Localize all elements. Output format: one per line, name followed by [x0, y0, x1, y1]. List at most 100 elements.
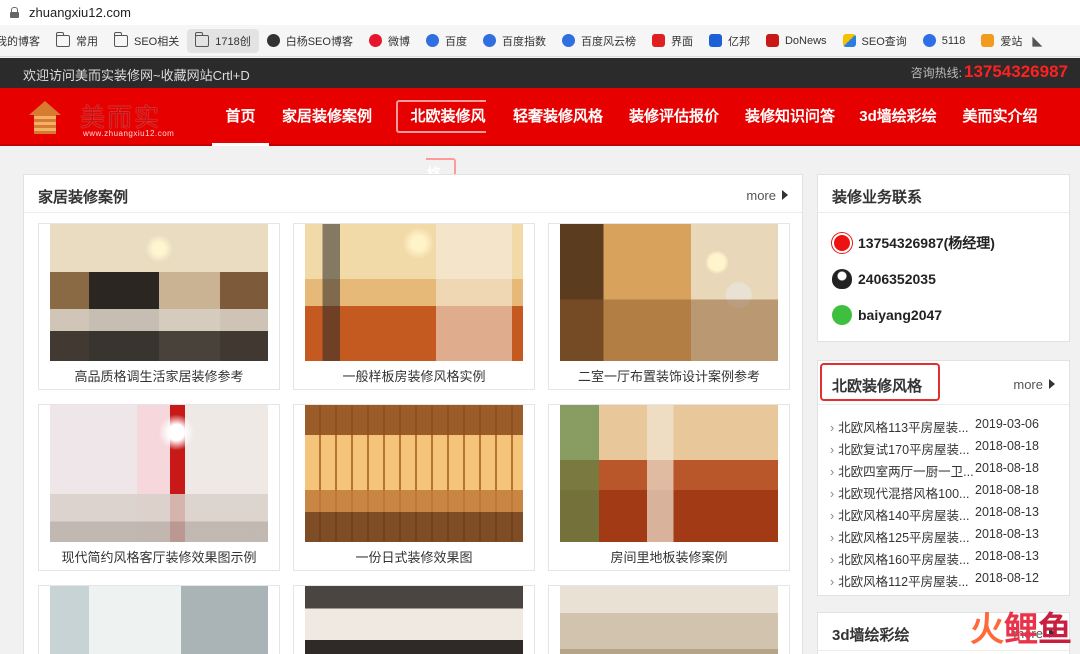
news-date: 2018-08-13	[975, 505, 1039, 519]
contact-title: 装修业务联系	[832, 189, 923, 206]
bookmark-baidu[interactable]: 百度	[418, 29, 475, 53]
nav-nordic-style[interactable]: 北欧装修风格	[384, 88, 498, 191]
case-card[interactable]: 二室一厅布置装饰设计案例参考	[548, 223, 790, 390]
bookmarks-bar: 我的博客 常用 SEO相关 1718创 白杨SEO博客 微博 百度 百度指数 百…	[0, 25, 1080, 57]
wechat-icon	[832, 305, 852, 325]
news-date: 2019-03-06	[975, 417, 1039, 431]
overflow-icon[interactable]: ◣	[1032, 33, 1042, 49]
bookmark-5118[interactable]: 5118	[915, 29, 974, 53]
news-title[interactable]: 北欧风格113平房屋装...	[830, 417, 975, 436]
contact-wechat[interactable]: baiyang2047	[832, 305, 942, 325]
bookmark-seo-query[interactable]: SEO查询	[835, 29, 915, 53]
news-title[interactable]: 北欧复试170平房屋装...	[830, 439, 975, 458]
bookmark-baiyang-seo[interactable]: 白杨SEO博客	[259, 29, 361, 53]
bookmark-label: 5118	[941, 34, 966, 47]
news-date: 2018-08-12	[975, 571, 1039, 585]
bookmark-label: DoNews	[784, 34, 827, 47]
case-card[interactable]: 现代简约风格客厅装修效果图示例	[38, 404, 280, 571]
news-date: 2018-08-18	[975, 439, 1039, 453]
5118-icon	[922, 34, 936, 47]
nav-luxury-style[interactable]: 轻奢装修风格	[512, 88, 604, 146]
news-title[interactable]: 北欧风格160平房屋装...	[830, 549, 975, 568]
nav-quote[interactable]: 装修评估报价	[628, 88, 720, 146]
cases-more-link[interactable]: more	[746, 188, 788, 203]
bookmark-seo[interactable]: SEO相关	[106, 29, 187, 53]
lock-icon	[10, 7, 19, 18]
nav-label: 家居装修案例	[282, 108, 373, 125]
nordic-more-link[interactable]: more	[1013, 377, 1055, 392]
bookmark-baidu-index[interactable]: 百度指数	[475, 29, 554, 53]
news-item[interactable]: 北欧风格113平房屋装...2019-03-06	[830, 417, 1060, 436]
contact-phone[interactable]: 13754326987(杨经理)	[832, 233, 995, 253]
case-photo[interactable]	[305, 586, 523, 654]
bookmark-my-blog[interactable]: 我的博客	[0, 29, 48, 53]
folder-icon	[114, 31, 128, 47]
news-title[interactable]: 北欧现代混搭风格100...	[830, 483, 975, 502]
nav-home-cases[interactable]: 家居装修案例	[282, 88, 372, 146]
main-nav: 美而实 www.zhuangxiu12.com 首页 家居装修案例 北欧装修风格…	[0, 88, 1080, 191]
case-card[interactable]: 房间里地板装修案例	[548, 404, 790, 571]
cases-panel-header: 家居装修案例 more	[24, 175, 802, 213]
news-item[interactable]: 北欧风格125平房屋装...2018-08-13	[830, 527, 1060, 546]
case-photo-overlay	[560, 224, 778, 361]
case-card[interactable]	[38, 585, 280, 654]
house-logo-icon	[28, 101, 62, 135]
cases-title: 家居装修案例	[38, 189, 129, 206]
bookmark-weibo[interactable]: 微博	[361, 29, 418, 53]
bookmark-label: 爱站	[1000, 35, 1023, 48]
contact-qq[interactable]: 2406352035	[832, 269, 936, 289]
bookmark-yibang[interactable]: 亿邦	[701, 29, 758, 53]
bookmark-donews[interactable]: DoNews	[758, 29, 835, 53]
nav-home[interactable]: 首页	[212, 88, 269, 146]
case-photo[interactable]	[50, 586, 268, 654]
case-card[interactable]	[548, 585, 790, 654]
url-text[interactable]: zhuangxiu12.com	[29, 5, 131, 20]
site-logo[interactable]: 美而实 www.zhuangxiu12.com	[28, 97, 198, 139]
hotline-number: 13754326987	[963, 62, 1068, 81]
case-photo-overlay	[560, 405, 778, 542]
bookmark-common[interactable]: 常用	[48, 29, 106, 53]
bookmark-1718[interactable]: 1718创	[187, 28, 259, 53]
folder-icon	[56, 31, 70, 47]
nordic-panel-header: 北欧装修风格 more	[818, 361, 1069, 405]
case-card[interactable]: 一般样板房装修风格实例	[293, 223, 535, 390]
news-item[interactable]: 北欧四室两厅一厨一卫...2018-08-18	[830, 461, 1060, 480]
news-item[interactable]: 北欧风格112平房屋装...2018-08-12	[830, 571, 1060, 590]
case-caption[interactable]: 二室一厅布置装饰设计案例参考	[549, 366, 789, 385]
bookmark-aizhan[interactable]: 爱站	[973, 29, 1030, 53]
news-title[interactable]: 北欧风格112平房屋装...	[830, 571, 975, 590]
news-item[interactable]: 北欧复试170平房屋装...2018-08-18	[830, 439, 1060, 458]
cases-panel: 家居装修案例 more 高品质格调生活家居装修参考 一般样板房装修风格实例 二室…	[23, 174, 803, 654]
case-caption[interactable]: 一般样板房装修风格实例	[294, 366, 534, 385]
bookmark-label: 微博	[387, 35, 410, 48]
news-title[interactable]: 北欧风格125平房屋装...	[830, 527, 975, 546]
case-card[interactable]	[293, 585, 535, 654]
phone-icon	[832, 233, 852, 253]
nav-qa[interactable]: 装修知识问答	[744, 88, 836, 146]
case-card[interactable]: 一份日式装修效果图	[293, 404, 535, 571]
case-caption[interactable]: 一份日式装修效果图	[294, 547, 534, 566]
baidu-paw-icon	[561, 34, 575, 47]
qq-icon	[832, 269, 852, 289]
nav-3d-mural[interactable]: 3d墙绘彩绘	[859, 88, 937, 146]
case-caption[interactable]: 房间里地板装修案例	[549, 547, 789, 566]
address-bar[interactable]: zhuangxiu12.com	[0, 0, 1080, 25]
case-photo[interactable]	[560, 586, 778, 654]
yibang-icon	[708, 34, 722, 47]
hotline: 咨询热线: 13754326987	[911, 62, 1068, 82]
bookmark-baidu-top[interactable]: 百度风云榜	[554, 29, 644, 53]
case-caption[interactable]: 高品质格调生活家居装修参考	[39, 366, 279, 385]
news-date: 2018-08-13	[975, 549, 1039, 563]
news-item[interactable]: 北欧风格160平房屋装...2018-08-13	[830, 549, 1060, 568]
news-title[interactable]: 北欧风格140平房屋装...	[830, 505, 975, 524]
news-item[interactable]: 北欧现代混搭风格100...2018-08-18	[830, 483, 1060, 502]
bookmark-jiemian[interactable]: 界面	[644, 29, 701, 53]
news-date: 2018-08-13	[975, 527, 1039, 541]
case-caption[interactable]: 现代简约风格客厅装修效果图示例	[39, 547, 279, 566]
news-item[interactable]: 北欧风格140平房屋装...2018-08-13	[830, 505, 1060, 524]
bookmark-label: 亿邦	[727, 35, 750, 48]
case-card[interactable]: 高品质格调生活家居装修参考	[38, 223, 280, 390]
nav-about[interactable]: 美而实介绍	[962, 88, 1038, 146]
baidu-paw-icon	[425, 34, 439, 47]
news-title[interactable]: 北欧四室两厅一厨一卫...	[830, 461, 975, 480]
